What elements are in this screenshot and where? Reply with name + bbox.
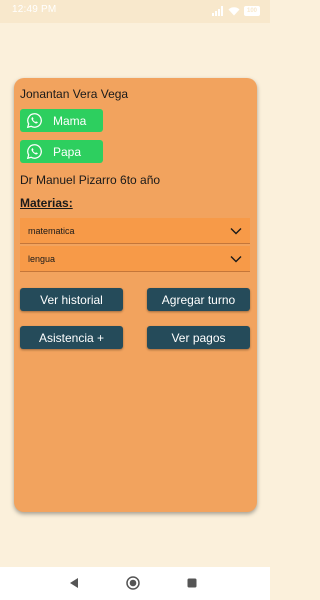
whatsapp-papa-button[interactable]: Papa [20,140,103,163]
whatsapp-icon [26,113,42,129]
recents-square-icon[interactable] [187,578,197,588]
status-icons: 100 [211,5,260,17]
navigation-bar [0,567,270,600]
student-card: Jonantan Vera Vega Mama Papa Dr Manuel P… [14,78,257,512]
wifi-icon [228,7,240,16]
dropdown-value: lengua [28,253,56,264]
asistencia-button[interactable]: Asistencia + [20,326,123,349]
chevron-down-icon [230,227,242,234]
back-triangle-icon[interactable] [69,577,79,589]
whatsapp-icon [26,144,42,160]
whatsapp-mama-button[interactable]: Mama [20,109,103,132]
dropdown-value: matematica [28,225,75,236]
materia-dropdown-lengua[interactable]: lengua [20,246,250,272]
signal-icon [211,6,223,16]
status-time: 12:49 PM [12,4,57,15]
student-name: Jonantan Vera Vega [20,87,129,101]
materia-dropdown-matematica[interactable]: matematica [20,218,250,244]
chevron-down-icon [230,255,242,262]
agregar-turno-button[interactable]: Agregar turno [147,288,250,311]
status-bar: 12:49 PM 100 [0,0,270,23]
ver-historial-button[interactable]: Ver historial [20,288,123,311]
whatsapp-papa-label: Papa [53,144,82,159]
whatsapp-mama-label: Mama [53,113,87,128]
ver-pagos-button[interactable]: Ver pagos [147,326,250,349]
battery-icon: 100 [243,6,260,16]
school-info: Dr Manuel Pizarro 6to año [20,173,161,187]
home-circle-icon[interactable] [126,576,140,590]
materias-heading: Materias: [20,196,73,210]
